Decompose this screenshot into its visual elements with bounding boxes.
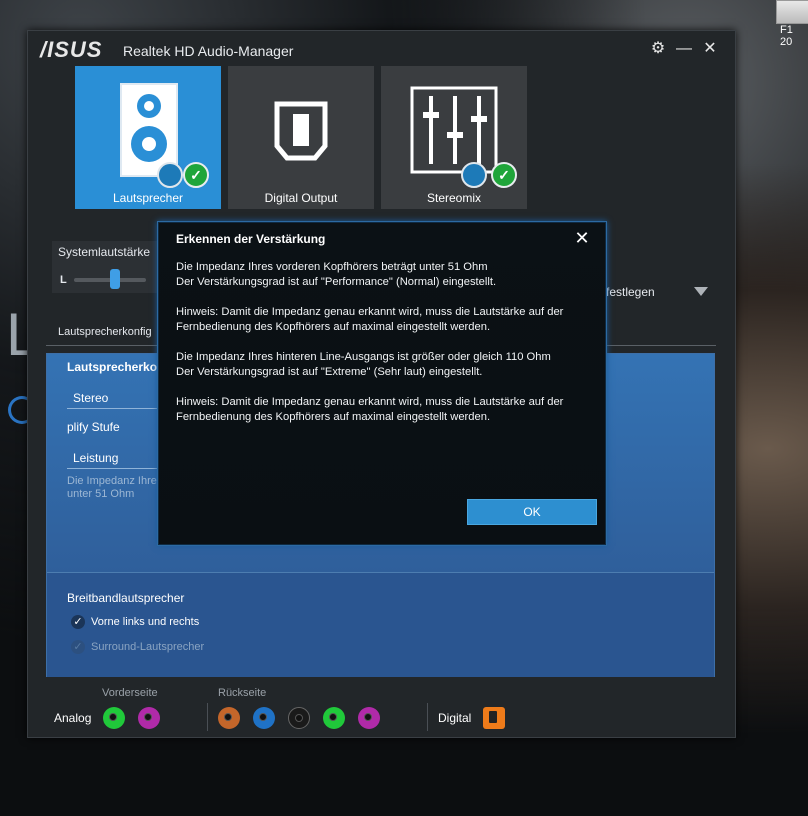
- impedance-note-line1: Die Impedanz Ihre: [67, 475, 157, 487]
- desktop-shortcut-label[interactable]: F1 20: [780, 24, 808, 48]
- desktop-shortcut-icon[interactable]: [776, 0, 808, 24]
- dialog-paragraph: Die Impedanz Ihres hinteren Line-Ausgang…: [176, 351, 551, 378]
- close-button[interactable]: ✕: [700, 39, 720, 59]
- chevron-down-icon[interactable]: [694, 287, 708, 296]
- device-label: Digital Output: [264, 191, 338, 205]
- minimize-button[interactable]: —: [674, 39, 694, 59]
- checkmark-icon: ✓: [71, 615, 85, 629]
- dialog-paragraph: Hinweis: Damit die Impedanz genau erkann…: [176, 396, 564, 423]
- panel-title: Lautsprecherkon: [67, 360, 165, 374]
- dialog-close-icon[interactable]: ✕: [572, 228, 592, 248]
- device-label: Lautsprecher: [112, 191, 184, 205]
- channel-label: L: [60, 274, 67, 286]
- settings-gear-icon[interactable]: ⚙: [648, 39, 668, 59]
- rear-jacks-label: Rückseite: [218, 687, 267, 699]
- rear-jack-black[interactable]: [288, 707, 310, 729]
- chat-bubble-icon: [157, 162, 183, 188]
- front-jack-green[interactable]: [103, 707, 125, 729]
- ok-button[interactable]: OK: [467, 499, 597, 525]
- rear-jack-green[interactable]: [323, 707, 345, 729]
- checkbox-surround-speakers[interactable]: ✓ Surround-Lautsprecher: [71, 640, 204, 654]
- system-volume-label: Systemlautstärke: [58, 245, 151, 259]
- impedance-note-line2: unter 51 Ohm: [67, 488, 135, 500]
- preset-dropdown-text[interactable]: festlegen: [606, 285, 655, 299]
- amplify-level-value: Leistung: [73, 451, 119, 465]
- dialog-body: Die Impedanz Ihres vorderen Kopfhörers b…: [176, 260, 596, 440]
- connector-jacks-bar: Vorderseite Rückseite Analog Digital: [28, 681, 735, 737]
- rear-jack-pink[interactable]: [358, 707, 380, 729]
- digital-label: Digital: [438, 711, 472, 725]
- dialog-paragraph: Hinweis: Damit die Impedanz genau erkann…: [176, 306, 564, 333]
- jack-divider: [207, 703, 208, 731]
- title-bar[interactable]: /ISUS Realtek HD Audio-Manager ⚙ — ✕: [28, 31, 735, 67]
- volume-slider-thumb[interactable]: [110, 269, 120, 289]
- mixer-icon: [410, 86, 498, 174]
- rear-jack-orange[interactable]: [218, 707, 240, 729]
- checkbox-front-left-right[interactable]: ✓ Vorne links und rechts: [71, 615, 199, 629]
- digital-output-icon: [274, 101, 328, 161]
- rear-jack-blue[interactable]: [253, 707, 275, 729]
- device-tile-digital-output[interactable]: Digital Output: [228, 66, 374, 209]
- device-label: Stereomix: [426, 191, 482, 205]
- fullrange-speakers-title: Breitbandlautsprecher: [67, 591, 185, 605]
- checkbox-label: Vorne links und rechts: [91, 615, 200, 628]
- checkmark-icon: ✓: [71, 640, 85, 654]
- checkmark-icon: ✓: [491, 162, 517, 188]
- tab-lautsprecherkonfiguration[interactable]: Lautsprecherkonfig: [58, 326, 152, 338]
- gain-detection-dialog: Erkennen der Verstärkung ✕ Die Impedanz …: [157, 221, 607, 546]
- device-tile-lautsprecher[interactable]: ✓ Lautsprecher: [75, 66, 221, 209]
- device-tile-stereomix[interactable]: ✓ Stereomix: [381, 66, 527, 209]
- front-jack-pink[interactable]: [138, 707, 160, 729]
- digital-jack-icon[interactable]: [483, 707, 505, 729]
- window-title: Realtek HD Audio-Manager: [123, 43, 294, 59]
- dialog-title: Erkennen der Verstärkung: [176, 232, 326, 246]
- speaker-config-value: Stereo: [73, 391, 109, 405]
- amplify-label: plify Stufe: [67, 420, 120, 434]
- panel-lower: Breitbandlautsprecher ✓ Vorne links und r…: [47, 572, 714, 677]
- checkbox-label: Surround-Lautsprecher: [91, 640, 205, 653]
- dialog-paragraph: Die Impedanz Ihres vorderen Kopfhörers b…: [176, 261, 497, 288]
- checkmark-icon: ✓: [183, 162, 209, 188]
- analog-label: Analog: [54, 711, 92, 725]
- asus-logo: /ISUS: [40, 37, 103, 62]
- chat-bubble-icon: [461, 162, 487, 188]
- front-jacks-label: Vorderseite: [102, 687, 158, 699]
- jack-divider: [427, 703, 428, 731]
- system-volume-panel: Systemlautstärke L: [52, 241, 172, 293]
